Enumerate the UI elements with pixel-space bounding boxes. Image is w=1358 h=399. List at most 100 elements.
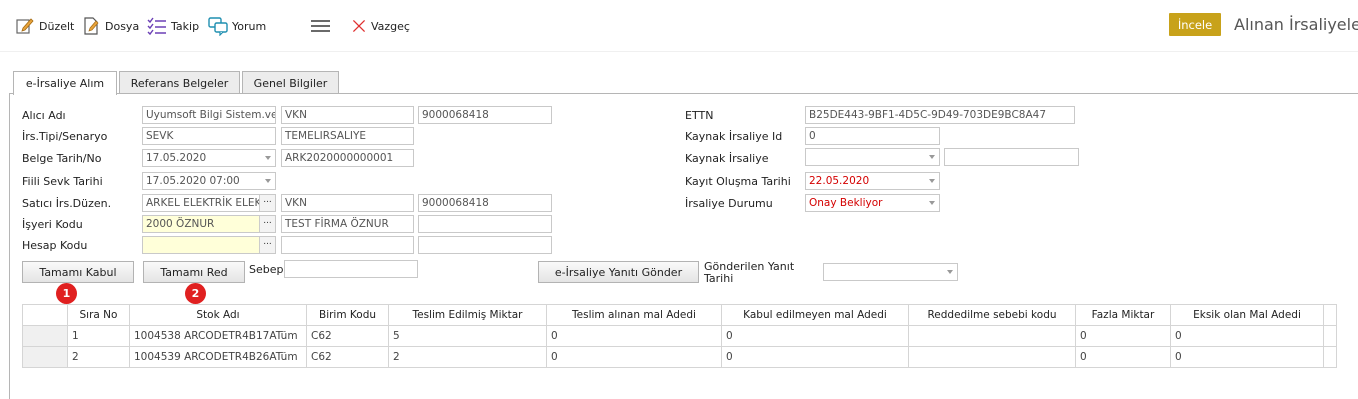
cell-teslim-edilmis[interactable]: 5	[388, 325, 547, 347]
menu-button[interactable]	[310, 14, 330, 38]
col-birim-kodu[interactable]: Birim Kodu	[306, 304, 389, 326]
cell-teslim-alinan[interactable]: 0	[546, 346, 722, 368]
takip-label: Takip	[171, 19, 200, 33]
grid-header-row: Sıra No Stok Adı Birim Kodu Teslim Edilm…	[22, 304, 1337, 326]
file-icon	[84, 17, 99, 35]
col-teslim-alinan[interactable]: Teslim alınan mal Adedi	[546, 304, 722, 326]
kayit-tarih-select[interactable]: 22.05.2020	[805, 172, 940, 190]
chevron-down-icon	[929, 201, 935, 205]
vazgec-label: Vazgeç	[371, 19, 410, 33]
yorum-button[interactable]: Yorum	[208, 14, 266, 38]
hesap-adi-field[interactable]	[281, 236, 414, 254]
ettn-label: ETTN	[685, 109, 714, 122]
alici-vkn-type-field[interactable]: VKN	[281, 106, 414, 124]
satici-vkn-field[interactable]: 9000068418	[418, 194, 552, 212]
col-stok-adi[interactable]: Stok Adı	[129, 304, 307, 326]
fiili-sevk-label: Fiili Sevk Tarihi	[22, 175, 103, 188]
belge-tarih-select[interactable]: 17.05.2020	[142, 149, 276, 167]
ettn-field[interactable]: B25DE443-9BF1-4D5C-9D49-703DE9BC8A47	[805, 106, 1075, 124]
dosya-label: Dosya	[105, 19, 140, 33]
fiili-sevk-select[interactable]: 17.05.2020 07:00	[142, 172, 276, 190]
col-eksik-adet[interactable]: Eksik olan Mal Adedi	[1170, 304, 1324, 326]
step-badge-1: 1	[56, 283, 77, 304]
irs-tipi-field[interactable]: SEVK	[142, 127, 276, 145]
kaynak-irs-label: Kaynak İrsaliye	[685, 152, 769, 165]
cell-kabul-edilmeyen[interactable]: 0	[721, 325, 909, 347]
belge-tarih-value: 17.05.2020	[146, 152, 207, 164]
chevron-down-icon	[929, 155, 935, 159]
tab-e-irsaliye-alim[interactable]: e-İrsaliye Alım	[13, 71, 117, 95]
hesap-extra-field[interactable]	[418, 236, 552, 254]
takip-button[interactable]: Takip	[147, 14, 199, 38]
chevron-down-icon	[265, 179, 271, 183]
tab-referans-belgeler[interactable]: Referans Belgeler	[119, 71, 240, 94]
cell-eksik-adet[interactable]: 0	[1170, 346, 1324, 368]
gonderilen-tarih-select[interactable]	[823, 263, 958, 281]
durum-label: İrsaliye Durumu	[685, 197, 773, 210]
chevron-down-icon	[947, 270, 953, 274]
alici-vkn-field[interactable]: 9000068418	[418, 106, 552, 124]
fiili-sevk-value: 17.05.2020 07:00	[146, 175, 240, 187]
cell-sira-no[interactable]: 1	[67, 325, 130, 347]
duzelt-button[interactable]: Düzelt	[15, 14, 74, 38]
cell-extra	[1323, 325, 1337, 347]
cell-teslim-alinan[interactable]: 0	[546, 325, 722, 347]
vazgec-button[interactable]: Vazgeç	[351, 14, 410, 38]
gonderilen-label-line2: Tarihi	[704, 272, 734, 285]
tamami-red-button[interactable]: Tamamı Red	[143, 261, 245, 283]
lookup-icon[interactable]: ...	[259, 237, 275, 253]
isyeri-adi-field[interactable]: TEST FİRMA ÖZNUR	[281, 215, 414, 233]
alici-adi-label: Alıcı Adı	[22, 109, 66, 122]
durum-select[interactable]: Onay Bekliyor	[805, 194, 940, 212]
kaynak-id-field[interactable]: 0	[805, 127, 940, 145]
row-selector[interactable]	[22, 346, 68, 368]
belge-no-field[interactable]: ARK2020000000001	[281, 149, 414, 167]
cell-birim-kodu[interactable]: C62	[306, 346, 389, 368]
belge-label: Belge Tarih/No	[22, 152, 102, 165]
kaynak-irs-extra-field[interactable]	[944, 148, 1079, 166]
cell-stok-adi[interactable]: 1004538 ARCODETR4B17ATüm	[129, 325, 307, 347]
table-row[interactable]: 2 1004539 ARCODETR4B26ATüm C62 2 0 0 0 0	[22, 346, 1337, 368]
col-reddedilme-kodu[interactable]: Reddedilme sebebi kodu	[908, 304, 1076, 326]
lookup-icon[interactable]: ...	[259, 216, 275, 232]
sebep-field[interactable]	[284, 260, 418, 278]
senaryo-field[interactable]: TEMELIRSALIYE	[281, 127, 414, 145]
cell-reddedilme-kodu[interactable]	[908, 346, 1076, 368]
col-fazla-miktar[interactable]: Fazla Miktar	[1075, 304, 1171, 326]
cell-sira-no[interactable]: 2	[67, 346, 130, 368]
col-kabul-edilmeyen[interactable]: Kabul edilmeyen mal Adedi	[721, 304, 909, 326]
kaynak-irs-select[interactable]	[805, 148, 940, 166]
row-selector[interactable]	[22, 325, 68, 347]
cell-reddedilme-kodu[interactable]	[908, 325, 1076, 347]
isyeri-extra-field[interactable]	[418, 215, 552, 233]
durum-value: Onay Bekliyor	[809, 197, 883, 209]
step-badge-2: 2	[185, 283, 206, 304]
close-icon	[352, 19, 366, 33]
cell-birim-kodu[interactable]: C62	[306, 325, 389, 347]
cell-eksik-adet[interactable]: 0	[1170, 325, 1324, 347]
alici-adi-field[interactable]: Uyumsoft Bilgi Sistem.ve	[142, 106, 276, 124]
lookup-icon[interactable]: ...	[259, 195, 275, 211]
isyeri-kodu-field[interactable]: 2000 ÖZNUR...	[142, 215, 276, 233]
tamami-kabul-button[interactable]: Tamamı Kabul	[22, 261, 134, 283]
hesap-kodu-field[interactable]: ...	[142, 236, 276, 254]
row-header-cell	[22, 304, 68, 326]
tab-genel-bilgiler[interactable]: Genel Bilgiler	[242, 71, 339, 94]
satici-vkn-type-field[interactable]: VKN	[281, 194, 414, 212]
irs-tipi-label: İrs.Tipi/Senaryo	[22, 130, 108, 143]
col-extra	[1323, 304, 1337, 326]
cell-stok-adi[interactable]: 1004539 ARCODETR4B26ATüm	[129, 346, 307, 368]
cell-fazla-miktar[interactable]: 0	[1075, 325, 1171, 347]
duzelt-label: Düzelt	[39, 19, 75, 33]
col-teslim-edilmis[interactable]: Teslim Edilmiş Miktar	[388, 304, 547, 326]
satici-field[interactable]: ARKEL ELEKTRİK ELEKTRO...	[142, 194, 276, 212]
table-row[interactable]: 1 1004538 ARCODETR4B17ATüm C62 5 0 0 0 0	[22, 325, 1337, 347]
cell-fazla-miktar[interactable]: 0	[1075, 346, 1171, 368]
cell-kabul-edilmeyen[interactable]: 0	[721, 346, 909, 368]
dosya-button[interactable]: Dosya	[81, 14, 139, 38]
incele-button[interactable]: İncele	[1169, 13, 1221, 36]
yanit-gonder-button[interactable]: e-İrsaliye Yanıtı Gönder	[538, 261, 699, 283]
satici-label: Satıcı İrs.Düzen.	[22, 197, 112, 210]
cell-teslim-edilmis[interactable]: 2	[388, 346, 547, 368]
col-sira-no[interactable]: Sıra No	[67, 304, 130, 326]
